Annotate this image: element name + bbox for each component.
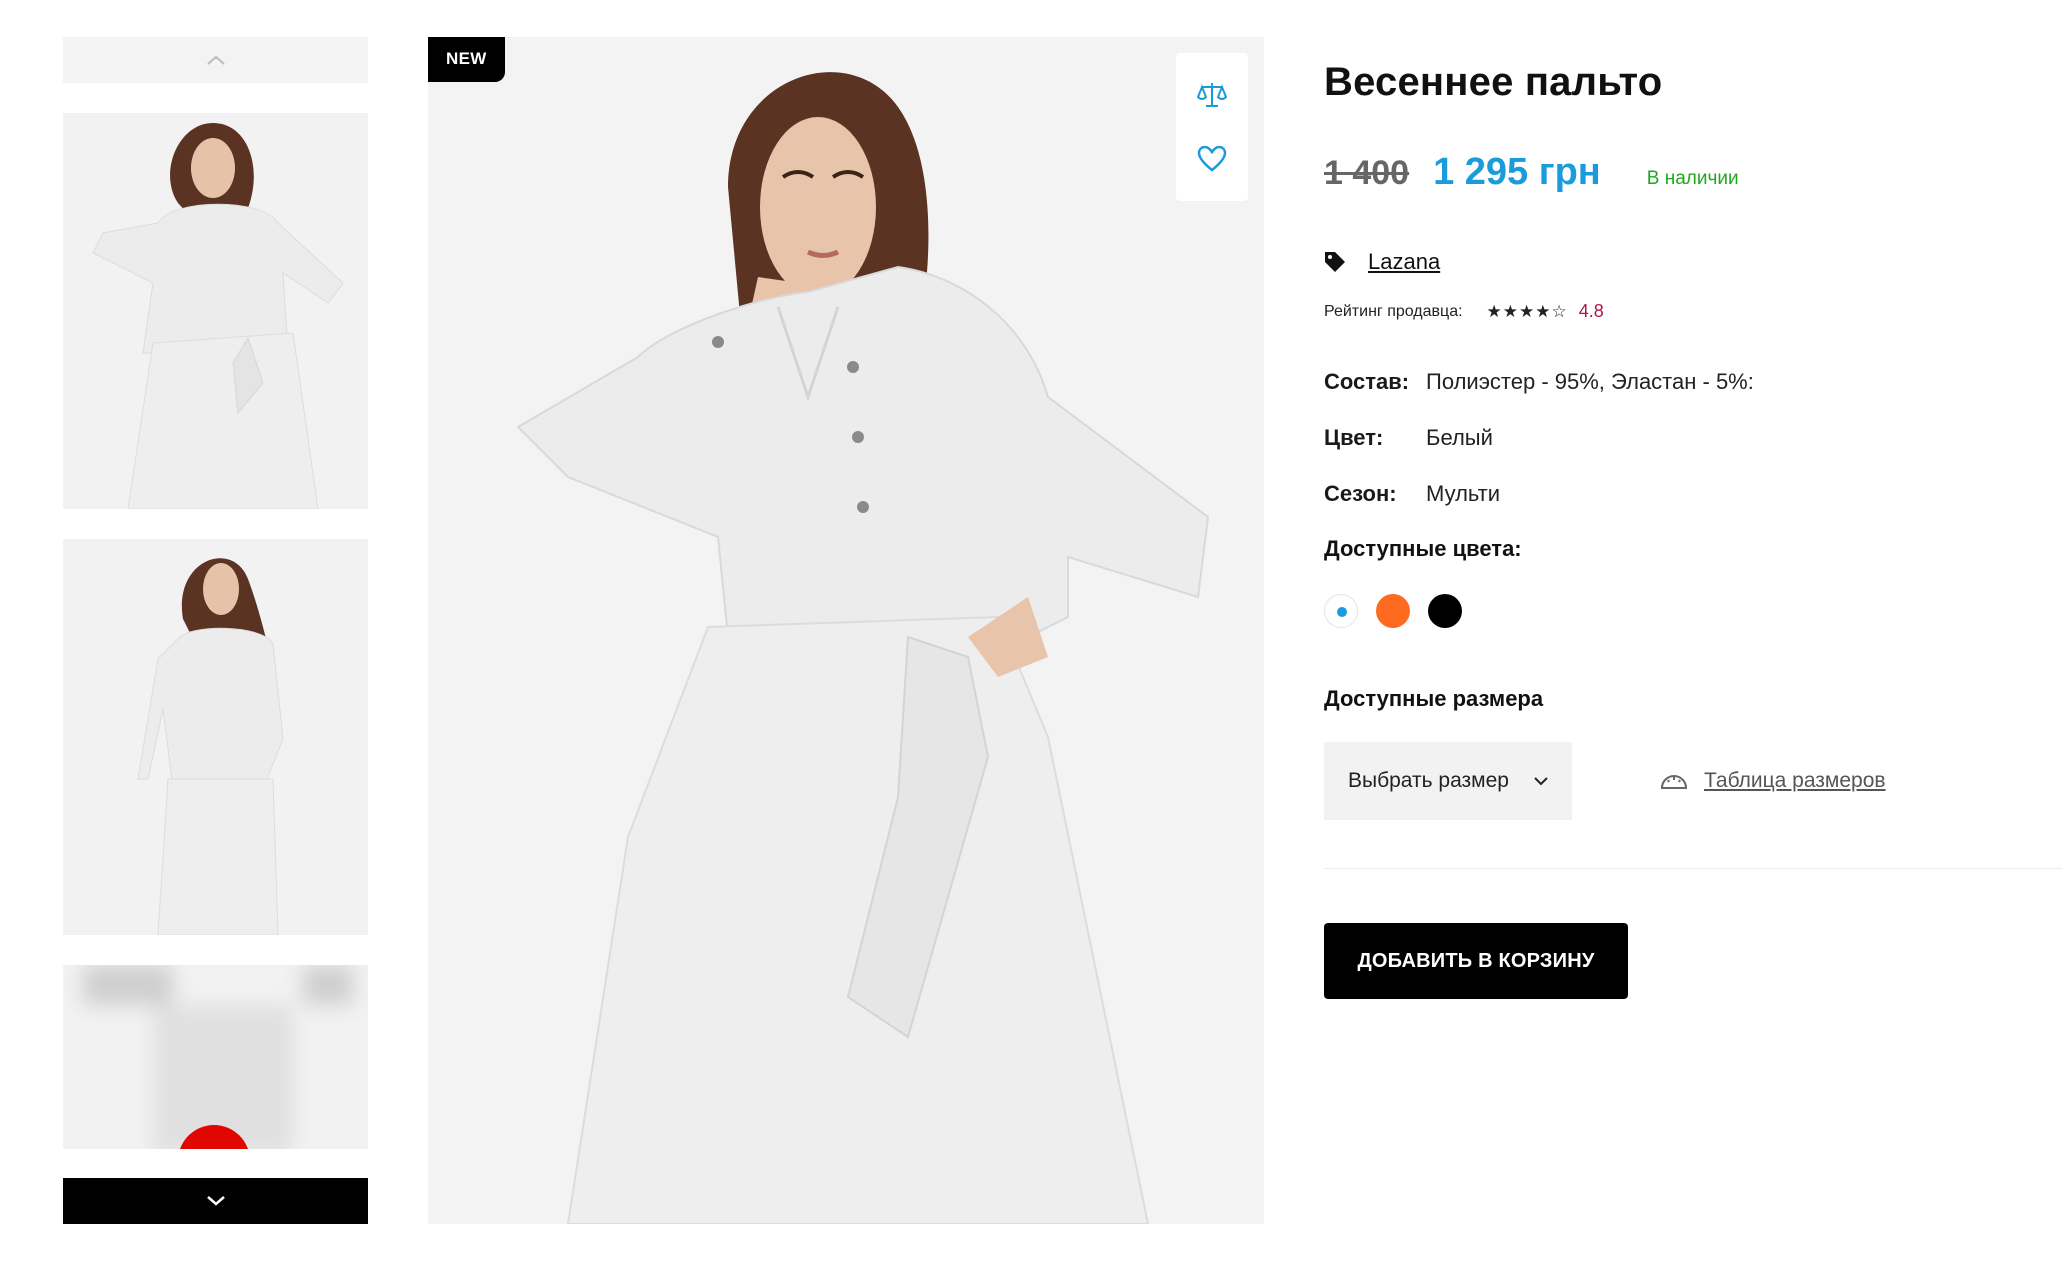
seller-rating: Рейтинг продавца: ★ ★ ★ ★ ☆ 4.8 bbox=[1324, 301, 2062, 322]
star-empty-icon: ☆ bbox=[1551, 302, 1567, 321]
star-filled-icon: ★ bbox=[1486, 302, 1502, 321]
star-filled-icon: ★ bbox=[1502, 302, 1519, 321]
thumbnail-gallery bbox=[63, 37, 368, 1224]
rating-stars: ★ ★ ★ ★ ☆ bbox=[1487, 303, 1567, 320]
image-actions bbox=[1176, 53, 1248, 201]
star-filled-icon: ★ bbox=[1535, 302, 1551, 321]
scales-icon bbox=[1197, 83, 1227, 107]
property-value: Мульти bbox=[1426, 481, 1501, 506]
property-label: Состав: bbox=[1324, 369, 1410, 394]
property-value: Полиэстер - 95%, Эластан - 5%: bbox=[1426, 369, 1754, 394]
brand-link[interactable]: Lazana bbox=[1368, 249, 1440, 275]
size-select[interactable]: Выбрать размер bbox=[1324, 742, 1572, 820]
new-badge: NEW bbox=[428, 37, 505, 82]
tag-icon bbox=[1325, 252, 1345, 272]
thumbnails-down-button[interactable] bbox=[63, 1178, 368, 1224]
compare-button[interactable] bbox=[1192, 75, 1232, 115]
star-filled-icon: ★ bbox=[1519, 302, 1535, 321]
brand-row: Lazana bbox=[1324, 249, 2062, 275]
price-row: 1 400 1 295 грн В наличии bbox=[1324, 151, 2062, 194]
size-select-label: Выбрать размер bbox=[1348, 769, 1509, 792]
product-title: Весеннее пальто bbox=[1324, 60, 1663, 104]
color-swatch-white[interactable] bbox=[1324, 594, 1358, 628]
color-swatches bbox=[1324, 594, 2062, 628]
thumbnail-2[interactable] bbox=[63, 539, 368, 935]
thumbnails-up-button[interactable] bbox=[63, 37, 368, 83]
size-row: Выбрать размер Таблица размеров bbox=[1324, 742, 2062, 820]
blurred-thumbnail-image bbox=[63, 965, 368, 1149]
thumbnail-1[interactable] bbox=[63, 113, 368, 509]
rating-value: 4.8 bbox=[1578, 301, 1604, 321]
chevron-down-icon bbox=[206, 1196, 225, 1206]
product-properties: Состав: Полиэстер - 95%, Эластан - 5%: Ц… bbox=[1324, 368, 2062, 508]
color-swatch-black[interactable] bbox=[1428, 594, 1462, 628]
property-label: Сезон: bbox=[1324, 481, 1397, 506]
property-composition: Состав: Полиэстер - 95%, Эластан - 5%: bbox=[1324, 368, 2062, 396]
rating-label: Рейтинг продавца: bbox=[1324, 302, 1463, 320]
add-to-cart-button[interactable]: ДОБАВИТЬ В КОРЗИНУ bbox=[1324, 923, 1628, 999]
property-value: Белый bbox=[1426, 425, 1493, 450]
model-main-image bbox=[428, 37, 1264, 1224]
old-price: 1 400 bbox=[1324, 154, 1410, 192]
property-season: Сезон: Мульти bbox=[1324, 480, 2062, 508]
colors-title: Доступные цвета: bbox=[1324, 536, 1522, 561]
model-front-image bbox=[63, 113, 368, 509]
model-back-image bbox=[63, 539, 368, 935]
color-swatch-orange[interactable] bbox=[1376, 594, 1410, 628]
current-price: 1 295 грн bbox=[1433, 151, 1601, 193]
ruler-icon bbox=[1660, 775, 1688, 789]
main-product-image[interactable]: NEW bbox=[428, 37, 1264, 1224]
chevron-down-icon bbox=[1534, 776, 1548, 785]
favorite-button[interactable] bbox=[1192, 139, 1232, 179]
chevron-up-icon bbox=[206, 55, 225, 65]
property-color: Цвет: Белый bbox=[1324, 424, 2062, 452]
stock-status: В наличии bbox=[1646, 168, 1739, 189]
size-table-label: Таблица размеров bbox=[1704, 769, 1886, 792]
thumbnail-3[interactable] bbox=[63, 965, 368, 1149]
property-label: Цвет: bbox=[1324, 425, 1384, 450]
divider bbox=[1324, 868, 2062, 869]
product-info: Весеннее пальто 1 400 1 295 грн В наличи… bbox=[1324, 60, 2062, 999]
heart-icon bbox=[1197, 145, 1227, 172]
size-table-link[interactable]: Таблица размеров bbox=[1660, 769, 1886, 793]
sizes-title: Доступные размера bbox=[1324, 686, 1544, 711]
